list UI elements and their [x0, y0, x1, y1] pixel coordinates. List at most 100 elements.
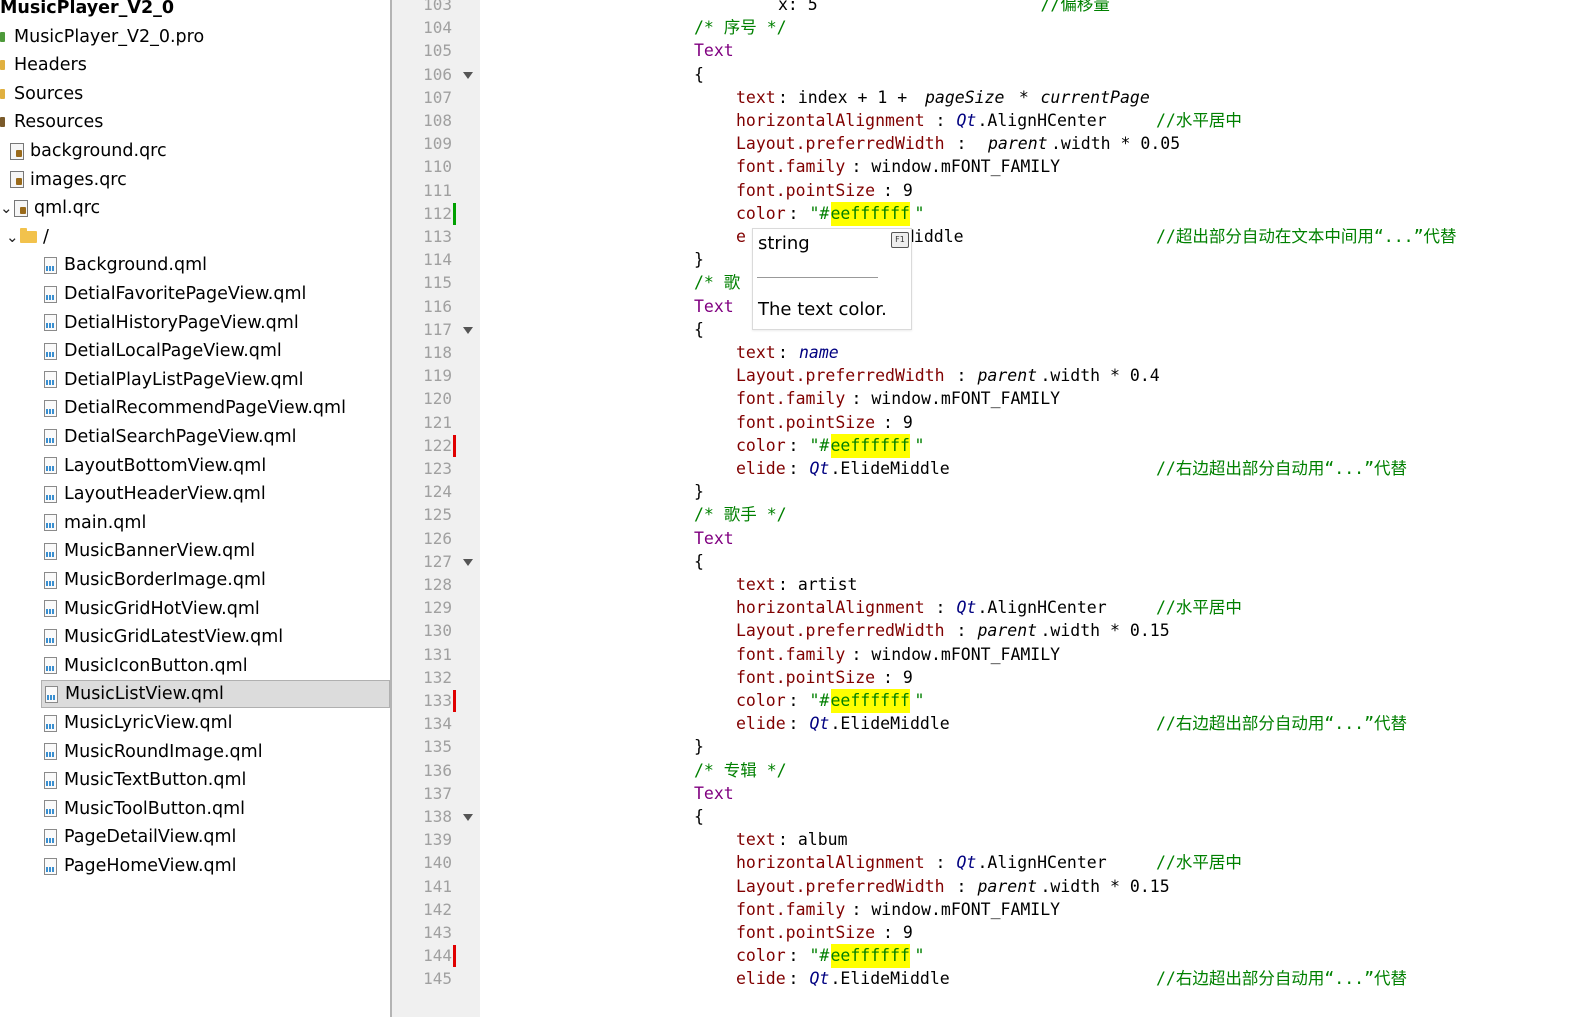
code-line[interactable]: elide: Qt .ElideMiddle //右边超出部分自动用“...”代替 [480, 967, 1595, 991]
code-line[interactable]: font.pointSize: 9 [480, 179, 1595, 203]
tree-item[interactable]: background.qrc [0, 137, 390, 165]
code-line[interactable]: elide: Qt .ElideMiddle //右边超出部分自动用“...”代替 [480, 712, 1595, 736]
code-line[interactable]: text: index + 1 + pageSize * currentPage [480, 86, 1595, 110]
code-line[interactable]: { [480, 318, 1595, 342]
project-tree[interactable]: MusicPlayer_V2_0 MusicPlayer_V2_0.pro Head… [0, 0, 392, 1017]
code-token: eeffffff [830, 689, 910, 713]
tree-item[interactable]: Background.qml [0, 251, 390, 279]
tree-item[interactable]: MusicGridLatestView.qml [0, 623, 390, 651]
code-line[interactable]: color: "# eeffffff " [480, 201, 1595, 226]
tree-item[interactable]: MusicBannerView.qml [0, 537, 390, 565]
tree-item[interactable]: DetialFavoritePageView.qml [0, 280, 390, 308]
code-line[interactable]: font.pointSize: 9 [480, 666, 1595, 690]
code-line[interactable]: /* 序号 */ [480, 16, 1595, 40]
code-line[interactable]: horizontalAlignment: Qt .AlignHCenter //水平… [480, 109, 1595, 133]
tree-item[interactable]: MusicLyricView.qml [0, 709, 390, 737]
tree-item[interactable]: MusicBorderImage.qml [0, 566, 390, 594]
code-line[interactable]: } [480, 735, 1595, 759]
tree-item[interactable]: MusicPlayer_V2_0.pro [0, 23, 390, 51]
fold-arrow-icon[interactable] [463, 71, 473, 79]
tree-item[interactable]: ⌄ / [0, 223, 390, 251]
fold-arrow-icon[interactable] [463, 326, 473, 334]
tree-item[interactable]: ⌄ qml.qrc [0, 194, 390, 222]
code-line[interactable]: font.pointSize: 9 [480, 411, 1595, 435]
code-line[interactable]: Text [480, 295, 1595, 319]
res-file-icon [0, 115, 8, 129]
tree-item[interactable]: main.qml [0, 509, 390, 537]
code-line[interactable]: } [480, 480, 1595, 504]
code-token: : 9 [883, 667, 913, 687]
fold-arrow-icon[interactable] [463, 558, 473, 566]
code-line[interactable]: /* 歌手 */ [480, 503, 1595, 527]
code-line[interactable]: Text [480, 527, 1595, 551]
line-number: 138 [423, 807, 452, 826]
code-line[interactable]: font.family: window.mFONT_FAMILY [480, 898, 1595, 922]
code-line[interactable]: /* 专辑 */ [480, 759, 1595, 783]
code-line[interactable]: font.family: window.mFONT_FAMILY [480, 643, 1595, 667]
code-line[interactable]: Layout.preferredWidth: parent .width * 0.… [480, 364, 1595, 388]
tree-item-selected[interactable]: MusicListView.qml [41, 680, 390, 709]
code-line[interactable]: font.pointSize: 9 [480, 921, 1595, 945]
code-token: eeffffff [830, 433, 910, 458]
tree-item[interactable]: MusicGridHotView.qml [0, 595, 390, 623]
code-line[interactable]: text: artist [480, 573, 1595, 597]
code-token: //右边超出部分自动用“...”代替 [1156, 969, 1408, 989]
code-token: Qt [956, 598, 977, 618]
tree-item-label: Sources [14, 83, 84, 104]
code-line[interactable]: text: album [480, 828, 1595, 852]
tree-item[interactable]: MusicPlayer_V2_0 [0, 0, 390, 22]
code-line[interactable]: { [480, 63, 1595, 87]
tree-item[interactable]: DetialRecommendPageView.qml [0, 394, 390, 422]
tree-item[interactable]: Headers [0, 51, 390, 79]
code-token: : [788, 691, 809, 710]
code-line[interactable]: horizontalAlignment: Qt .AlignHCenter //水平… [480, 596, 1595, 620]
tree-item[interactable]: PageDetailView.qml [0, 823, 390, 851]
tree-item[interactable]: images.qrc [0, 166, 390, 194]
code-line[interactable]: /* 歌 [480, 271, 1595, 295]
code-line[interactable]: text: name [480, 341, 1595, 365]
code-line[interactable]: Layout.preferredWidth: parent .width * 0.… [480, 619, 1595, 643]
fold-arrow-icon[interactable] [463, 814, 473, 821]
tree-item[interactable]: DetialLocalPageView.qml [0, 337, 390, 365]
tree-item[interactable]: DetialHistoryPageView.qml [0, 309, 390, 337]
code-token: .AlignHCenter [977, 853, 1107, 873]
folder-cut-file-icon [0, 87, 8, 101]
code-line[interactable]: { [480, 805, 1595, 829]
code-line[interactable]: color: "# eeffffff " [480, 944, 1595, 969]
tree-item[interactable]: MusicIconButton.qml [0, 652, 390, 680]
chevron-down-icon[interactable]: ⌄ [0, 199, 14, 217]
tree-item[interactable]: PageHomeView.qml [0, 852, 390, 880]
tree-item[interactable]: DetialPlayListPageView.qml [0, 366, 390, 394]
code-token: : window.mFONT_FAMILY [851, 644, 1061, 664]
code-line[interactable]: horizontalAlignment: Qt .AlignHCenter //水平… [480, 851, 1595, 875]
code-line[interactable]: { [480, 550, 1595, 574]
tree-item[interactable]: DetialSearchPageView.qml [0, 423, 390, 451]
code-token: } [694, 250, 704, 270]
code-line[interactable]: x: 5 //偏移量 [480, 0, 1595, 17]
code-token: eeffffff [830, 201, 910, 226]
tree-item[interactable]: Sources [0, 80, 390, 108]
code-line[interactable]: font.family: window.mFONT_FAMILY [480, 387, 1595, 411]
folder-cut-file-icon [0, 58, 8, 72]
tree-item[interactable]: MusicRoundImage.qml [0, 738, 390, 766]
code-line[interactable]: Text [480, 782, 1595, 806]
code-line[interactable]: color: "# eeffffff " [480, 689, 1595, 713]
tree-item[interactable]: MusicToolButton.qml [0, 795, 390, 823]
code-token: " [914, 691, 925, 710]
tree-item[interactable]: Resources [0, 108, 390, 136]
code-line[interactable]: Text [480, 39, 1595, 63]
code-line[interactable]: elide: Qt .ElideMiddle //右边超出部分自动用“...”代替 [480, 457, 1595, 481]
code-line[interactable]: e Middle //超出部分自动在文本中间用“...”代替 [480, 225, 1595, 249]
chevron-down-icon[interactable]: ⌄ [6, 228, 20, 246]
tree-item[interactable]: LayoutBottomView.qml [0, 452, 390, 480]
code-line[interactable]: Layout.preferredWidth: parent .width * 0.… [480, 875, 1595, 899]
pro-file-icon [0, 30, 8, 44]
code-line[interactable]: font.family: window.mFONT_FAMILY [480, 155, 1595, 179]
tree-item[interactable]: MusicTextButton.qml [0, 766, 390, 794]
code-line[interactable]: } [480, 248, 1595, 272]
code-editor[interactable]: x: 5//偏移量/* 序号 */Text{text: index + 1 + … [480, 0, 1595, 1017]
tree-item[interactable]: LayoutHeaderView.qml [0, 480, 390, 508]
line-number: 125 [423, 505, 452, 525]
code-line[interactable]: color: "# eeffffff " [480, 433, 1595, 458]
code-line[interactable]: Layout.preferredWidth: parent .width * 0.… [480, 132, 1595, 156]
